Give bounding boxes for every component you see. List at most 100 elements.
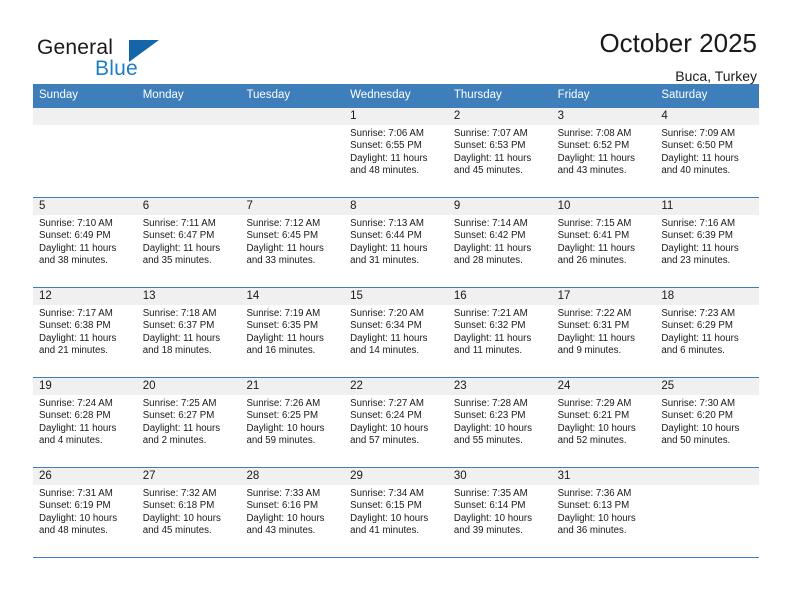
day-cell[interactable]: 26 Sunrise: 7:31 AM Sunset: 6:19 PM Dayligh… <box>33 468 137 557</box>
calendar-page: General Blue October 2025 Buca, Turkey S… <box>0 0 792 612</box>
day-sunset-text: Sunset: 6:50 PM <box>661 140 733 152</box>
day-cell[interactable]: 13 Sunrise: 7:18 AM Sunset: 6:37 PM Dayligh… <box>136 288 241 377</box>
day-daylight2-text: and 41 minutes. <box>350 525 420 537</box>
day-cell[interactable]: 5 Sunrise: 7:10 AM Sunset: 6:49 PM Daylight… <box>33 198 137 287</box>
day-number: 8 <box>344 198 448 215</box>
day-sunrise-text: Sunrise: 7:09 AM <box>661 128 736 139</box>
day-number: 2 <box>447 108 552 125</box>
day-cell[interactable]: 22 Sunrise: 7:27 AM Sunset: 6:24 PM Dayligh… <box>344 378 448 467</box>
day-daylight2-text: and 31 minutes. <box>350 255 420 267</box>
day-cell[interactable]: 2 Sunrise: 7:07 AM Sunset: 6:53 PM Daylight… <box>447 108 552 197</box>
day-daylight1-text: Daylight: 11 hours <box>453 152 532 164</box>
day-daylight2-text: and 48 minutes. <box>39 525 108 537</box>
day-daylight2-text: and 39 minutes. <box>453 525 523 537</box>
day-sunrise-text: Sunrise: 7:24 AM <box>39 398 113 409</box>
day-details: Sunrise: 7:20 AM Sunset: 6:34 PM Daylight:… <box>344 305 448 358</box>
weekday-header-friday: Friday <box>557 89 590 101</box>
day-cell[interactable]: 18 Sunrise: 7:23 AM Sunset: 6:29 PM Dayligh… <box>655 288 760 377</box>
location-subtitle: Buca, Turkey <box>675 68 757 84</box>
day-cell[interactable]: 24 Sunrise: 7:29 AM Sunset: 6:21 PM Dayligh… <box>551 378 656 467</box>
day-details: Sunrise: 7:30 AM Sunset: 6:20 PM Daylight:… <box>655 395 759 448</box>
day-daylight2-text: and 35 minutes. <box>142 255 212 267</box>
day-number <box>136 108 241 125</box>
day-cell[interactable]: 15 Sunrise: 7:20 AM Sunset: 6:34 PM Dayligh… <box>344 288 448 377</box>
day-daylight2-text: and 28 minutes. <box>453 255 523 267</box>
title-block: October 2025 Buca, Turkey <box>599 28 759 84</box>
day-sunset-text: Sunset: 6:34 PM <box>350 320 422 332</box>
day-details: Sunrise: 7:06 AM Sunset: 6:55 PM Daylight:… <box>344 125 448 178</box>
week-row: 19 Sunrise: 7:24 AM Sunset: 6:28 PM Dayligh… <box>33 378 760 468</box>
day-sunset-text: Sunset: 6:42 PM <box>453 230 526 242</box>
day-number: 6 <box>136 198 241 215</box>
day-sunset-text: Sunset: 6:53 PM <box>453 140 526 152</box>
day-cell[interactable]: 10 Sunrise: 7:15 AM Sunset: 6:41 PM Dayligh… <box>551 198 656 287</box>
day-cell[interactable]: 30 Sunrise: 7:35 AM Sunset: 6:14 PM Dayligh… <box>447 468 552 557</box>
day-cell[interactable]: 6 Sunrise: 7:11 AM Sunset: 6:47 PM Daylight… <box>136 198 241 287</box>
day-number <box>33 108 137 125</box>
day-details: Sunrise: 7:26 AM Sunset: 6:25 PM Daylight:… <box>240 395 344 448</box>
day-cell[interactable]: 11 Sunrise: 7:16 AM Sunset: 6:39 PM Dayligh… <box>655 198 760 287</box>
day-daylight2-text: and 2 minutes. <box>142 435 207 447</box>
calendar-grid: Sunday Monday Tuesday Wednesday Thursday Frid… <box>33 84 760 558</box>
day-cell[interactable]: 8 Sunrise: 7:13 AM Sunset: 6:44 PM Daylight… <box>344 198 448 287</box>
day-number: 5 <box>33 198 137 215</box>
day-sunrise-text: Sunrise: 7:35 AM <box>453 488 528 499</box>
day-daylight1-text: Daylight: 11 hours <box>453 332 532 344</box>
day-daylight1-text: Daylight: 11 hours <box>142 332 221 344</box>
day-sunset-text: Sunset: 6:31 PM <box>557 320 630 332</box>
day-cell[interactable]: 14 Sunrise: 7:19 AM Sunset: 6:35 PM Dayligh… <box>240 288 345 377</box>
day-sunrise-text: Sunrise: 7:21 AM <box>453 308 528 319</box>
page-title: October 2025 <box>599 28 757 58</box>
day-sunset-text: Sunset: 6:28 PM <box>39 410 111 422</box>
day-number: 29 <box>344 468 448 485</box>
day-daylight1-text: Daylight: 11 hours <box>557 152 635 164</box>
day-cell[interactable]: 12 Sunrise: 7:17 AM Sunset: 6:38 PM Dayligh… <box>33 288 137 377</box>
day-daylight1-text: Daylight: 10 hours <box>39 512 118 524</box>
day-daylight1-text: Daylight: 11 hours <box>350 242 428 254</box>
day-daylight1-text: Daylight: 11 hours <box>142 422 221 434</box>
day-details: Sunrise: 7:31 AM Sunset: 6:19 PM Daylight:… <box>33 485 137 538</box>
day-sunset-text: Sunset: 6:19 PM <box>39 500 111 512</box>
day-cell[interactable]: 1 Sunrise: 7:06 AM Sunset: 6:55 PM Daylight… <box>344 108 448 197</box>
day-sunset-text: Sunset: 6:16 PM <box>246 500 319 512</box>
day-sunrise-text: Sunrise: 7:08 AM <box>557 128 632 139</box>
weeks-container: 1 Sunrise: 7:06 AM Sunset: 6:55 PM Daylight… <box>33 108 760 558</box>
day-cell[interactable]: 31 Sunrise: 7:36 AM Sunset: 6:13 PM Dayligh… <box>551 468 656 557</box>
day-cell[interactable]: 19 Sunrise: 7:24 AM Sunset: 6:28 PM Dayligh… <box>33 378 137 467</box>
day-cell[interactable]: 29 Sunrise: 7:34 AM Sunset: 6:15 PM Dayligh… <box>344 468 448 557</box>
day-cell-empty <box>33 108 137 197</box>
day-details: Sunrise: 7:10 AM Sunset: 6:49 PM Daylight:… <box>33 215 137 268</box>
week-row: 5 Sunrise: 7:10 AM Sunset: 6:49 PM Daylight… <box>33 198 760 288</box>
day-number: 23 <box>447 378 552 395</box>
day-cell[interactable]: 25 Sunrise: 7:30 AM Sunset: 6:20 PM Dayligh… <box>655 378 760 467</box>
day-sunrise-text: Sunrise: 7:13 AM <box>350 218 424 229</box>
day-daylight2-text: and 45 minutes. <box>142 525 212 537</box>
day-cell[interactable]: 20 Sunrise: 7:25 AM Sunset: 6:27 PM Dayligh… <box>136 378 241 467</box>
day-cell[interactable]: 16 Sunrise: 7:21 AM Sunset: 6:32 PM Dayligh… <box>447 288 552 377</box>
day-cell[interactable]: 17 Sunrise: 7:22 AM Sunset: 6:31 PM Dayligh… <box>551 288 656 377</box>
day-daylight2-text: and 14 minutes. <box>350 345 420 357</box>
day-cell[interactable]: 7 Sunrise: 7:12 AM Sunset: 6:45 PM Daylight… <box>240 198 345 287</box>
day-cell[interactable]: 9 Sunrise: 7:14 AM Sunset: 6:42 PM Daylight… <box>447 198 552 287</box>
day-cell[interactable]: 3 Sunrise: 7:08 AM Sunset: 6:52 PM Daylight… <box>551 108 656 197</box>
day-sunset-text: Sunset: 6:20 PM <box>661 410 733 422</box>
day-cell[interactable]: 27 Sunrise: 7:32 AM Sunset: 6:18 PM Dayligh… <box>136 468 241 557</box>
day-cell[interactable]: 23 Sunrise: 7:28 AM Sunset: 6:23 PM Dayligh… <box>447 378 552 467</box>
day-sunrise-text: Sunrise: 7:36 AM <box>557 488 632 499</box>
day-cell[interactable]: 21 Sunrise: 7:26 AM Sunset: 6:25 PM Dayligh… <box>240 378 345 467</box>
day-number <box>655 468 760 485</box>
day-sunset-text: Sunset: 6:35 PM <box>246 320 319 332</box>
day-sunrise-text: Sunrise: 7:12 AM <box>246 218 321 229</box>
day-cell[interactable]: 4 Sunrise: 7:09 AM Sunset: 6:50 PM Daylight… <box>655 108 760 197</box>
day-sunset-text: Sunset: 6:44 PM <box>350 230 422 242</box>
day-sunrise-text: Sunrise: 7:34 AM <box>350 488 424 499</box>
day-details: Sunrise: 7:09 AM Sunset: 6:50 PM Daylight:… <box>655 125 759 178</box>
day-sunrise-text: Sunrise: 7:32 AM <box>142 488 217 499</box>
day-cell[interactable]: 28 Sunrise: 7:33 AM Sunset: 6:16 PM Dayligh… <box>240 468 345 557</box>
day-daylight1-text: Daylight: 10 hours <box>557 422 636 434</box>
day-sunset-text: Sunset: 6:18 PM <box>142 500 215 512</box>
day-sunset-text: Sunset: 6:14 PM <box>453 500 526 512</box>
general-blue-logo[interactable]: General Blue <box>33 28 213 84</box>
day-sunrise-text: Sunrise: 7:10 AM <box>39 218 113 229</box>
day-daylight2-text: and 59 minutes. <box>246 435 316 447</box>
